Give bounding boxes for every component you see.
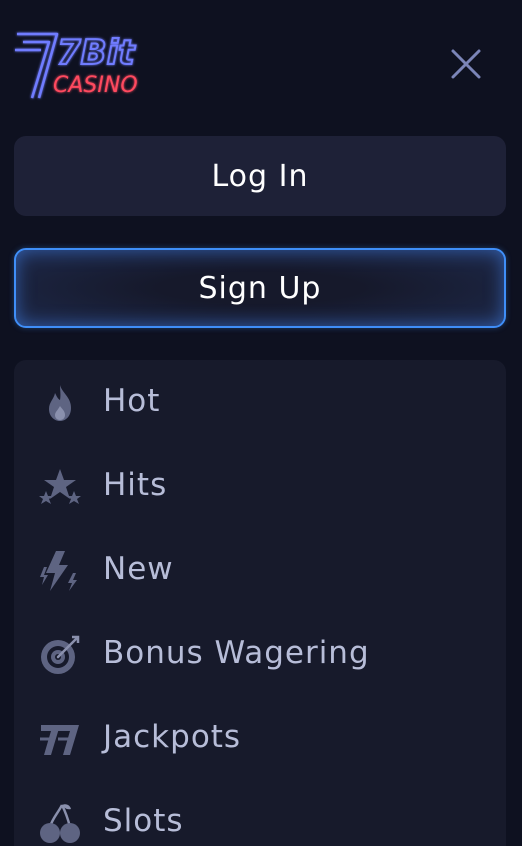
login-button-label: Log In (211, 158, 309, 194)
close-icon[interactable] (444, 42, 488, 86)
menu-item-label: Jackpots (103, 719, 242, 755)
menu-item-label: Slots (103, 803, 184, 839)
menu-item-jackpots[interactable]: Jackpots (14, 702, 506, 772)
signup-button-label: Sign Up (198, 270, 322, 306)
menu-item-bonus-wagering[interactable]: Bonus Wagering (14, 618, 506, 688)
login-button[interactable]: Log In (14, 136, 506, 216)
logo-text-bottom: CASINO (53, 73, 138, 98)
signup-button[interactable]: Sign Up (14, 248, 506, 328)
casino-logo[interactable]: 7Bit CASINO (13, 28, 149, 102)
flame-icon (49, 385, 71, 421)
menu-item-label: Hot (103, 383, 161, 419)
target-icon (41, 635, 80, 674)
menu-item-hits[interactable]: Hits (14, 450, 506, 520)
menu-item-label: Bonus Wagering (103, 635, 370, 671)
mobile-menu: 7Bit CASINO Log In Sign Up Hot Hits New … (0, 0, 522, 846)
menu-item-new[interactable]: New (14, 534, 506, 604)
sevens-icon (40, 725, 79, 755)
category-menu: Hot Hits New Bonus Wagering Jackpots Slo… (14, 360, 506, 846)
menu-item-slots[interactable]: Slots (14, 786, 506, 846)
cherries-icon (40, 804, 80, 843)
menu-item-label: New (103, 551, 174, 587)
lightning-icon (40, 551, 77, 591)
menu-item-hot[interactable]: Hot (14, 366, 506, 436)
stars-icon (39, 469, 81, 504)
logo-text-top: 7Bit (57, 33, 136, 73)
menu-item-label: Hits (103, 467, 168, 503)
